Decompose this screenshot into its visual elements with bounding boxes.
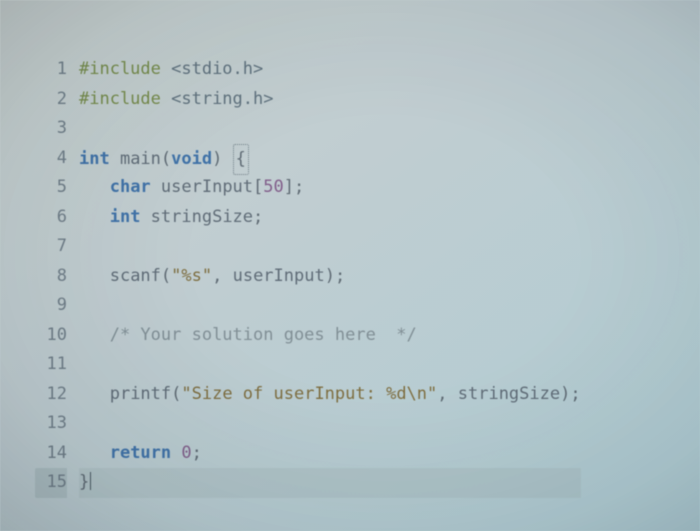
token-punc: ) (212, 149, 232, 169)
token-punc: } (79, 472, 89, 492)
line-number: 5 (35, 173, 67, 203)
code-line[interactable] (79, 350, 581, 380)
line-number: 7 (35, 232, 67, 262)
line-number: 4 (35, 144, 67, 174)
line-number: 2 (35, 85, 67, 115)
token-plain (79, 384, 110, 404)
line-number: 8 (35, 262, 67, 292)
token-punc: ; (192, 443, 202, 463)
line-number: 1 (35, 55, 67, 85)
line-number: 10 (35, 321, 67, 351)
code-area[interactable]: #include <stdio.h>#include <string.h> in… (79, 55, 581, 498)
code-line[interactable]: char userInput[50]; (79, 173, 581, 203)
token-pp: #include (79, 89, 171, 109)
token-type: int (79, 149, 120, 169)
line-number: 9 (35, 291, 67, 321)
code-editor-viewport: 123456789101112131415 #include <stdio.h>… (0, 0, 700, 531)
line-number: 14 (35, 439, 67, 469)
token-punc: ( (171, 384, 181, 404)
matched-brace: { (233, 144, 249, 176)
token-punc: [ (253, 177, 263, 197)
code-line[interactable]: } (79, 468, 581, 498)
token-plain (79, 266, 110, 286)
token-kw: return (110, 443, 182, 463)
token-cmt: /* Your solution goes here */ (110, 325, 417, 345)
code-line[interactable] (79, 409, 581, 439)
code-line[interactable]: return 0; (79, 439, 581, 469)
line-number: 12 (35, 380, 67, 410)
code-line[interactable] (79, 291, 581, 321)
token-ang: <string.h> (171, 89, 273, 109)
token-num: 50 (263, 177, 283, 197)
token-punc: ); (325, 266, 345, 286)
token-plain (79, 207, 110, 227)
line-number: 11 (35, 350, 67, 380)
code-line[interactable]: int main(void) { (79, 144, 581, 174)
token-pp: #include (79, 59, 171, 79)
code-line[interactable]: scanf("%s", userInput); (79, 262, 581, 292)
token-punc: ( (161, 266, 171, 286)
token-name: stringSize (151, 207, 253, 227)
token-punc: ( (161, 149, 171, 169)
token-str: "%s" (171, 266, 212, 286)
token-punc: , (437, 384, 457, 404)
token-type: int (110, 207, 151, 227)
token-punc: ]; (284, 177, 304, 197)
line-number-gutter: 123456789101112131415 (35, 55, 79, 498)
token-type: char (110, 177, 161, 197)
token-kw: void (171, 149, 212, 169)
line-number: 6 (35, 203, 67, 233)
text-cursor (90, 472, 91, 490)
token-fn: scanf (110, 266, 161, 286)
code-line[interactable] (79, 114, 581, 144)
token-ang: <stdio.h> (171, 59, 263, 79)
token-name: stringSize (458, 384, 560, 404)
code-editor[interactable]: 123456789101112131415 #include <stdio.h>… (35, 55, 700, 498)
code-line[interactable]: #include <stdio.h> (79, 55, 581, 85)
code-line[interactable]: /* Your solution goes here */ (79, 321, 581, 351)
line-number: 3 (35, 114, 67, 144)
code-line[interactable] (79, 232, 581, 262)
token-fn: main (120, 149, 161, 169)
token-name: userInput (233, 266, 325, 286)
token-num: 0 (181, 443, 191, 463)
token-plain (79, 443, 110, 463)
token-punc: , (212, 266, 232, 286)
line-number: 15 (35, 468, 67, 498)
token-punc: ; (253, 207, 263, 227)
token-plain (79, 177, 110, 197)
token-plain (79, 325, 110, 345)
token-fn: printf (110, 384, 171, 404)
code-line[interactable]: int stringSize; (79, 203, 581, 233)
code-line[interactable]: #include <string.h> (79, 85, 581, 115)
line-number: 13 (35, 409, 67, 439)
token-str: "Size of userInput: %d\n" (181, 384, 437, 404)
code-line[interactable]: printf("Size of userInput: %d\n", string… (79, 380, 581, 410)
token-punc: ); (560, 384, 580, 404)
token-name: userInput (161, 177, 253, 197)
